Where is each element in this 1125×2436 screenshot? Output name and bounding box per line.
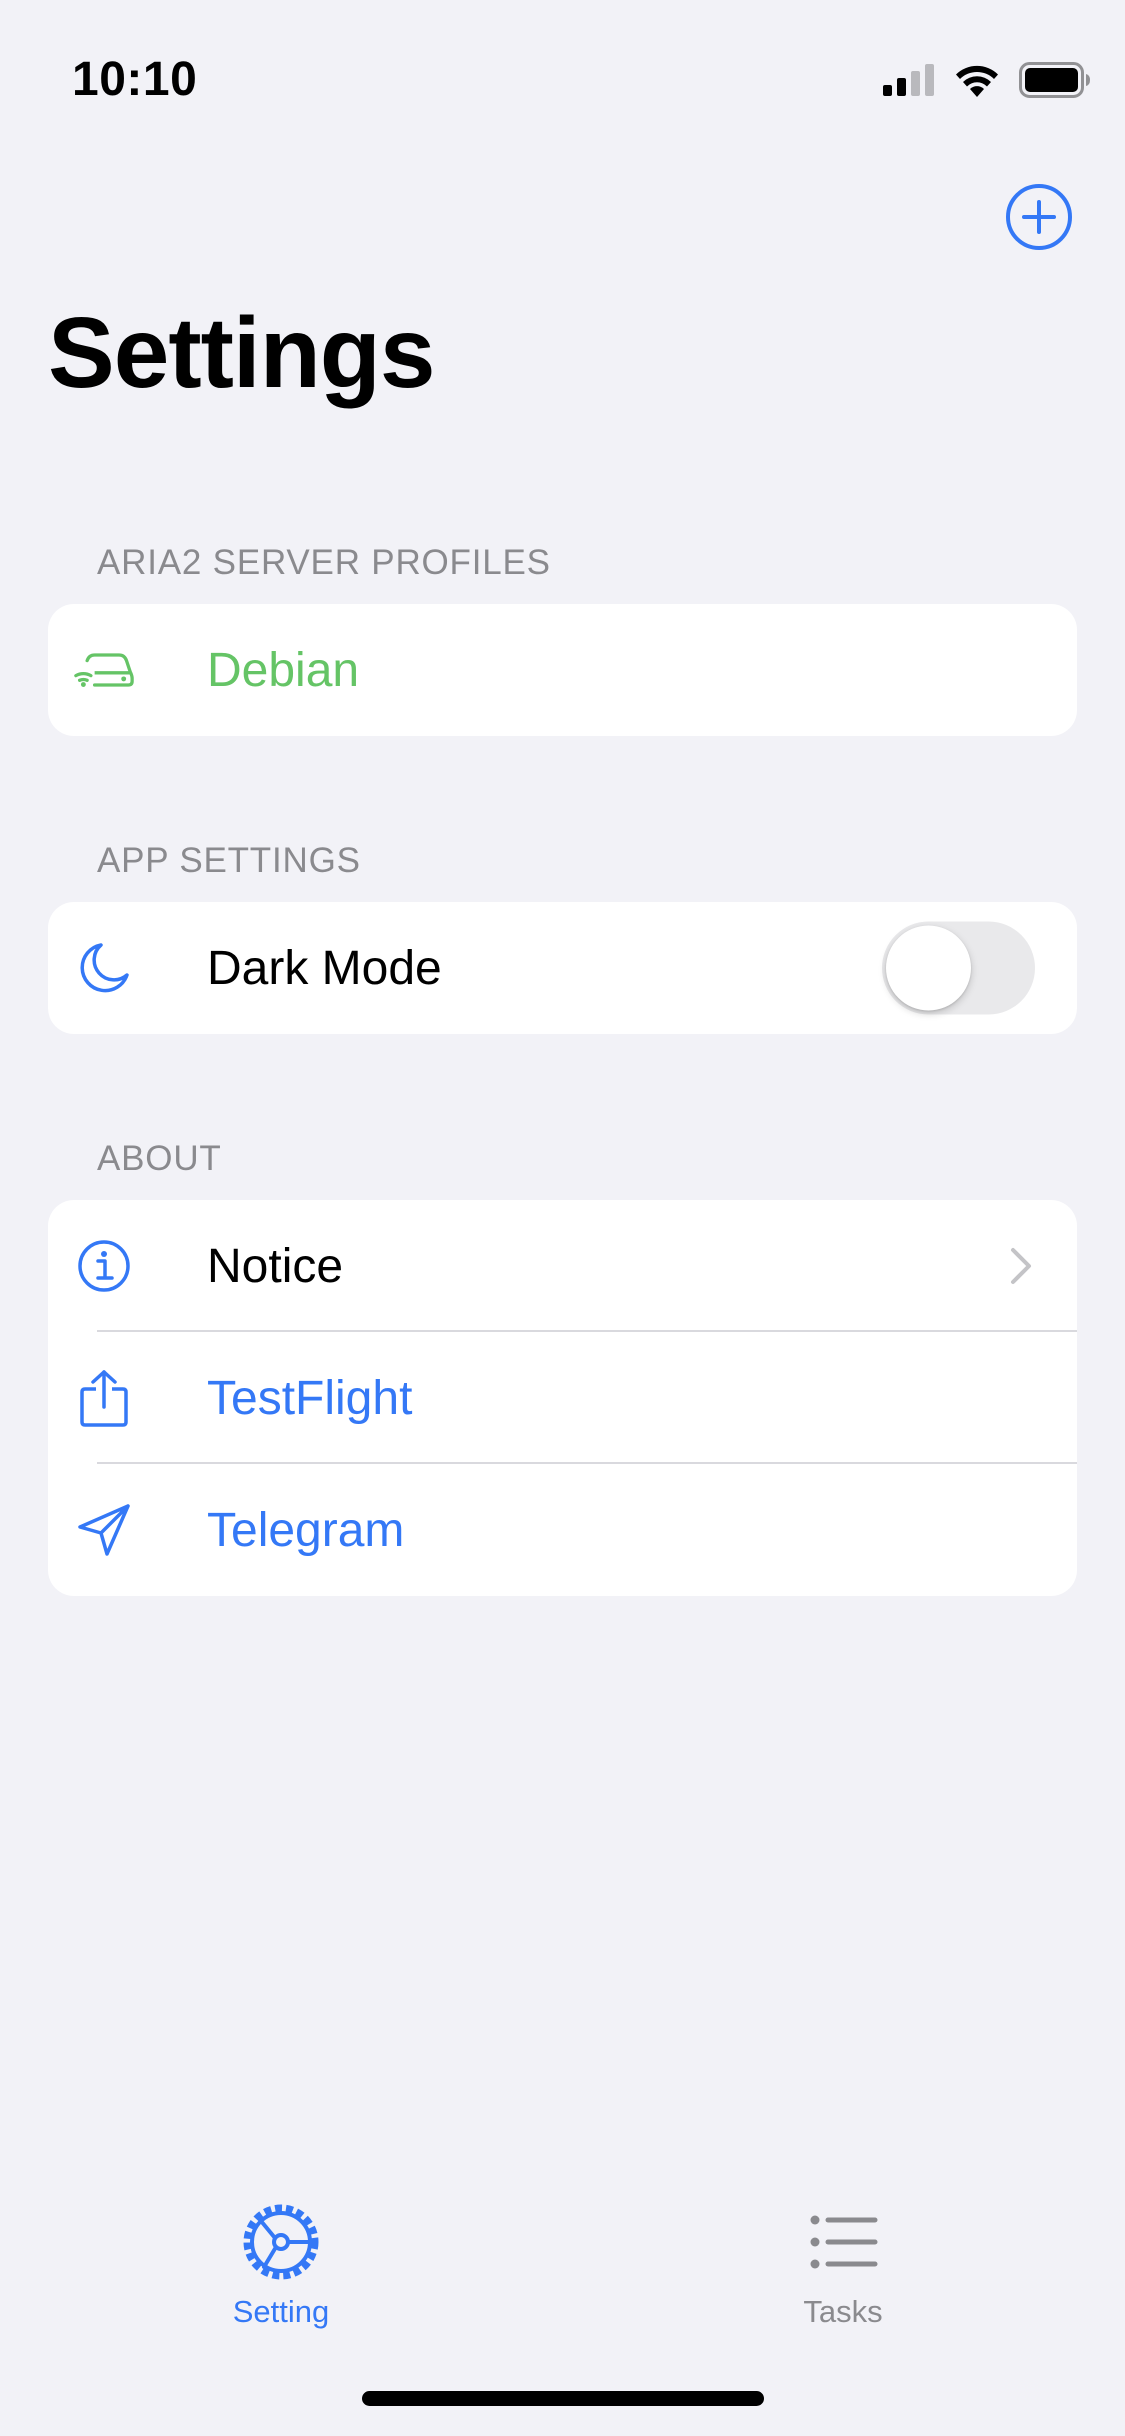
tab-tasks[interactable]: Tasks [743, 2200, 943, 2330]
tab-label-setting: Setting [232, 2294, 330, 2329]
telegram-label: Telegram [207, 1503, 405, 1557]
chevron-right-icon [1011, 1248, 1031, 1284]
server-label: Debian [207, 643, 360, 697]
toggle-knob [886, 925, 971, 1011]
dark-mode-toggle[interactable] [882, 921, 1035, 1015]
moon-icon [74, 938, 134, 998]
server-profiles-card: Debian [48, 604, 1077, 736]
section-header-app-settings: APP SETTINGS [97, 841, 361, 880]
settings-screen: 10:10 Settings ARIA2 SERVER PROFILES Deb… [0, 0, 1125, 2436]
app-settings-card: Dark Mode [48, 902, 1077, 1034]
about-card: Notice TestFlight Telegram [48, 1200, 1077, 1596]
list-icon [810, 2215, 878, 2269]
status-time: 10:10 [72, 53, 198, 106]
testflight-row[interactable]: TestFlight [48, 1332, 1077, 1464]
home-indicator[interactable] [362, 2391, 764, 2406]
section-header-about: ABOUT [97, 1139, 222, 1178]
status-bar: 10:10 [0, 0, 1125, 150]
testflight-label: TestFlight [207, 1371, 413, 1425]
wifi-icon [956, 65, 998, 97]
router-icon [74, 640, 134, 700]
share-icon [74, 1368, 134, 1428]
server-row-debian[interactable]: Debian [48, 604, 1077, 736]
section-header-servers: ARIA2 SERVER PROFILES [97, 543, 551, 582]
notice-label: Notice [207, 1239, 344, 1293]
dark-mode-label: Dark Mode [207, 941, 442, 995]
add-server-button[interactable] [1005, 183, 1073, 251]
tab-label-tasks: Tasks [803, 2294, 883, 2329]
status-icons [883, 62, 1091, 98]
cellular-signal-icon [883, 64, 934, 96]
steering-wheel-icon [243, 2204, 319, 2280]
notice-row[interactable]: Notice [48, 1200, 1077, 1332]
telegram-row[interactable]: Telegram [48, 1464, 1077, 1596]
paper-plane-icon [74, 1500, 134, 1560]
dark-mode-row: Dark Mode [48, 902, 1077, 1034]
page-title: Settings [48, 297, 435, 409]
battery-icon [1019, 62, 1090, 98]
info-icon [74, 1236, 134, 1296]
tab-setting[interactable]: Setting [181, 2200, 381, 2330]
